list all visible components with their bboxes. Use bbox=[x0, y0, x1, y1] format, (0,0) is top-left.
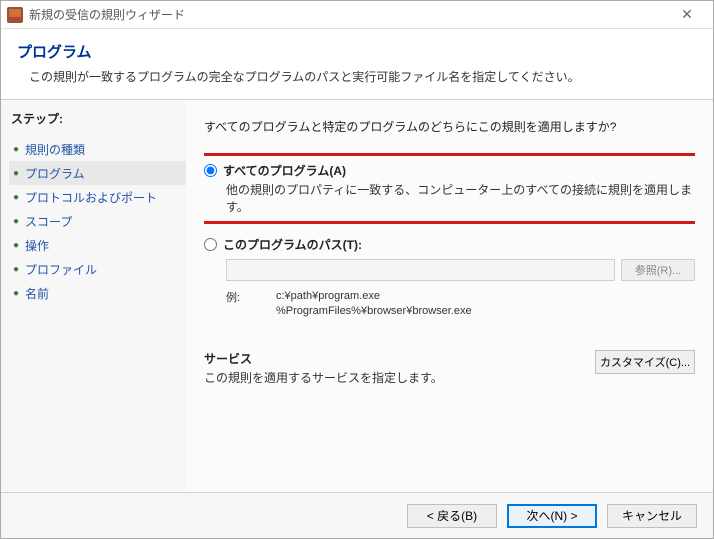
radio-this-program[interactable] bbox=[204, 238, 217, 251]
close-button[interactable]: ✕ bbox=[667, 2, 707, 28]
body: ステップ: ● 規則の種類 ● プログラム ● プロトコルおよびポート ● スコープ ●… bbox=[1, 100, 713, 492]
sidebar-item-label: 名前 bbox=[25, 285, 49, 302]
cancel-button[interactable]: キャンセル bbox=[607, 504, 697, 528]
service-block: サービス この規則を適用するサービスを指定します。 カスタマイズ(C)... bbox=[204, 350, 695, 386]
page-title: プログラム bbox=[17, 41, 697, 62]
bullet-icon: ● bbox=[13, 216, 19, 227]
page-subtitle: この規則が一致するプログラムの完全なプログラムのパスと実行可能ファイル名を指定し… bbox=[17, 68, 697, 85]
sidebar-item-label: プログラム bbox=[25, 165, 85, 182]
close-icon: ✕ bbox=[681, 6, 693, 23]
highlight-line bbox=[204, 221, 695, 224]
option-all-label: すべてのプログラム(A) bbox=[223, 162, 346, 179]
bullet-icon: ● bbox=[13, 240, 19, 251]
next-button[interactable]: 次へ(N) > bbox=[507, 504, 597, 528]
app-icon bbox=[7, 7, 23, 23]
question-text: すべてのプログラムと特定のプログラムのどちらにこの規則を適用しますか? bbox=[204, 118, 695, 135]
sidebar-item-label: プロトコルおよびポート bbox=[25, 189, 157, 206]
option-path-label: このプログラムのパス(T): bbox=[223, 236, 362, 253]
sidebar-item-scope[interactable]: ● スコープ bbox=[9, 209, 186, 233]
wizard-window: 新規の受信の規則ウィザード ✕ プログラム この規則が一致するプログラムの完全な… bbox=[0, 0, 714, 539]
sidebar-item-profile[interactable]: ● プロファイル bbox=[9, 257, 186, 281]
sidebar-item-name[interactable]: ● 名前 bbox=[9, 281, 186, 305]
bullet-icon: ● bbox=[13, 288, 19, 299]
service-desc: この規則を適用するサービスを指定します。 bbox=[204, 369, 583, 386]
example-label: 例: bbox=[226, 289, 276, 320]
example-row: 例: c:¥path¥program.exe %ProgramFiles%¥br… bbox=[226, 289, 695, 320]
main-panel: すべてのプログラムと特定のプログラムのどちらにこの規則を適用しますか? すべての… bbox=[186, 100, 713, 492]
bullet-icon: ● bbox=[13, 192, 19, 203]
steps-heading: ステップ: bbox=[9, 110, 186, 127]
example-line-2: %ProgramFiles%¥browser¥browser.exe bbox=[276, 304, 472, 319]
option-path-row[interactable]: このプログラムのパス(T): bbox=[204, 236, 695, 253]
sidebar-item-label: 規則の種類 bbox=[25, 141, 85, 158]
sidebar-item-label: スコープ bbox=[25, 213, 72, 230]
example-line-1: c:¥path¥program.exe bbox=[276, 289, 472, 304]
radio-all-programs[interactable] bbox=[204, 164, 217, 177]
browse-button: 参照(R)... bbox=[621, 259, 695, 281]
sidebar-item-label: プロファイル bbox=[25, 261, 97, 278]
bullet-icon: ● bbox=[13, 264, 19, 275]
bullet-icon: ● bbox=[13, 168, 19, 179]
option-this-program: このプログラムのパス(T): 参照(R)... 例: c:¥path¥progr… bbox=[204, 236, 695, 320]
option-all-desc: 他の規則のプロパティに一致する、コンピューター上のすべての接続に規則を適用します… bbox=[226, 181, 695, 215]
service-title: サービス bbox=[204, 350, 583, 367]
program-path-input bbox=[226, 259, 615, 281]
option-all-programs: すべてのプログラム(A) 他の規則のプロパティに一致する、コンピューター上のすべ… bbox=[204, 162, 695, 215]
titlebar: 新規の受信の規則ウィザード ✕ bbox=[1, 1, 713, 29]
option-all-row[interactable]: すべてのプログラム(A) bbox=[204, 162, 695, 179]
sidebar: ステップ: ● 規則の種類 ● プログラム ● プロトコルおよびポート ● スコープ ●… bbox=[1, 100, 186, 492]
path-area: 参照(R)... bbox=[226, 259, 695, 281]
titlebar-text: 新規の受信の規則ウィザード bbox=[29, 6, 667, 23]
highlight-line bbox=[204, 153, 695, 156]
customize-button[interactable]: カスタマイズ(C)... bbox=[595, 350, 695, 374]
service-text: サービス この規則を適用するサービスを指定します。 bbox=[204, 350, 583, 386]
footer: < 戻る(B) 次へ(N) > キャンセル bbox=[1, 492, 713, 538]
sidebar-item-protocol-ports[interactable]: ● プロトコルおよびポート bbox=[9, 185, 186, 209]
back-button[interactable]: < 戻る(B) bbox=[407, 504, 497, 528]
sidebar-item-label: 操作 bbox=[25, 237, 49, 254]
bullet-icon: ● bbox=[13, 144, 19, 155]
sidebar-item-program[interactable]: ● プログラム bbox=[9, 161, 186, 185]
header-panel: プログラム この規則が一致するプログラムの完全なプログラムのパスと実行可能ファイ… bbox=[1, 29, 713, 100]
example-values: c:¥path¥program.exe %ProgramFiles%¥brows… bbox=[276, 289, 472, 320]
sidebar-item-action[interactable]: ● 操作 bbox=[9, 233, 186, 257]
sidebar-item-rule-type[interactable]: ● 規則の種類 bbox=[9, 137, 186, 161]
